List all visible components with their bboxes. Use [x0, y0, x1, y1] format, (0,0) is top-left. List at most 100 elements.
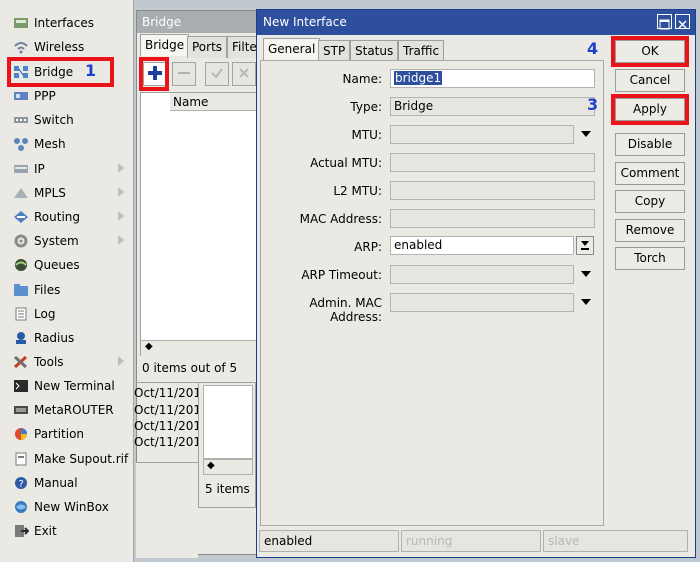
exit-icon: [12, 523, 30, 539]
tab-status[interactable]: Status: [350, 40, 399, 62]
scroll-left-icon[interactable]: ◆: [145, 341, 153, 352]
arp-timeout-label: ARP Timeout:: [301, 268, 382, 282]
menu-item-partition[interactable]: Partition: [0, 422, 134, 446]
name-input[interactable]: bridge1: [390, 69, 595, 88]
menu-item-label: Queues: [34, 258, 80, 272]
step-number-4: 4: [587, 39, 599, 58]
menu-item-ip[interactable]: IP: [0, 157, 134, 181]
tab-stp[interactable]: STP: [318, 40, 351, 62]
mac-address-label: MAC Address:: [299, 212, 382, 226]
submenu-arrow-icon: [118, 356, 124, 366]
menu-item-label: Partition: [34, 427, 85, 441]
cross-icon: [237, 66, 251, 83]
terminal-icon: [12, 378, 30, 394]
menu-item-label: Mesh: [34, 137, 66, 151]
tab-general[interactable]: General: [263, 38, 321, 60]
status-running: running: [401, 530, 541, 552]
remove-toolbar-button[interactable]: [172, 62, 196, 86]
column-header-name[interactable]: Name: [170, 93, 257, 111]
bridge-items-count: 0 items out of 5: [142, 361, 238, 375]
remove-button[interactable]: Remove: [615, 219, 685, 242]
torch-button[interactable]: Torch: [615, 247, 685, 270]
menu-item-ppp[interactable]: PPP: [0, 84, 134, 108]
name-value: bridge1: [394, 71, 443, 85]
arp-timeout-input[interactable]: [390, 265, 574, 284]
menu-item-label: Radius: [34, 331, 75, 345]
menu-item-label: Files: [34, 283, 61, 297]
dialog-title-bar: New Interface: [257, 10, 695, 35]
log-icon: [12, 306, 30, 322]
comment-button[interactable]: Comment: [615, 162, 685, 185]
minus-icon: [177, 66, 191, 83]
step-number-1: 1: [85, 61, 97, 80]
menu-item-tools[interactable]: Tools: [0, 350, 134, 374]
menu-item-switch[interactable]: Switch: [0, 108, 134, 132]
mtu-dropdown-icon[interactable]: [581, 131, 591, 137]
cancel-button[interactable]: Cancel: [615, 69, 685, 92]
ok-button[interactable]: OK: [615, 40, 685, 63]
menu-item-label: Routing: [34, 210, 81, 224]
log-list[interactable]: [203, 385, 253, 459]
bridge-list[interactable]: [140, 92, 258, 356]
tools-icon: [12, 354, 30, 370]
menu-item-metarouter[interactable]: MetaROUTER: [0, 398, 134, 422]
scroll-left-icon[interactable]: ◆: [207, 460, 215, 471]
partition-icon: [12, 426, 30, 442]
status-slave: slave: [543, 530, 688, 552]
dialog-title: New Interface: [263, 15, 347, 29]
metarouter-icon: [12, 402, 30, 418]
disable-toolbar-button[interactable]: [232, 62, 256, 86]
tab-traffic[interactable]: Traffic: [398, 40, 445, 62]
arp-select[interactable]: enabled: [390, 236, 574, 255]
menu-item-new-terminal[interactable]: New Terminal: [0, 374, 134, 398]
menu-item-label: Exit: [34, 524, 57, 538]
menu-item-files[interactable]: Files: [0, 278, 134, 302]
ppp-icon: [12, 88, 30, 104]
close-icon[interactable]: [675, 14, 690, 29]
wireless-icon: [12, 39, 30, 55]
menu-item-routing[interactable]: Routing: [0, 205, 134, 229]
menu-item-system[interactable]: System: [0, 229, 134, 253]
admin-mac-dropdown-icon[interactable]: [581, 299, 591, 305]
maximize-icon[interactable]: [657, 14, 672, 30]
menu-item-manual[interactable]: ? Manual: [0, 471, 134, 495]
main-menu: Interfaces Wireless Bridge PPP Switch Me…: [0, 0, 134, 562]
menu-item-interfaces[interactable]: Interfaces: [0, 11, 134, 35]
dropdown-arrow-icon: [577, 241, 593, 257]
menu-item-mesh[interactable]: Mesh: [0, 132, 134, 156]
menu-item-label: Manual: [34, 476, 78, 490]
add-button[interactable]: [143, 62, 167, 86]
menu-item-queues[interactable]: Queues: [0, 253, 134, 277]
menu-item-label: IP: [34, 162, 45, 176]
copy-button[interactable]: Copy: [615, 190, 685, 213]
tab-bridge[interactable]: Bridge: [140, 34, 190, 56]
menu-item-make-supout[interactable]: Make Supout.rif: [0, 447, 134, 471]
menu-item-new-winbox[interactable]: New WinBox: [0, 495, 134, 519]
tab-ports[interactable]: Ports: [187, 36, 228, 58]
menu-item-radius[interactable]: Radius: [0, 326, 134, 350]
menu-item-bridge[interactable]: Bridge: [0, 60, 134, 84]
mtu-input[interactable]: [390, 125, 574, 144]
arp-timeout-dropdown-icon[interactable]: [581, 271, 591, 277]
mesh-icon: [12, 136, 30, 152]
mtu-label: MTU:: [351, 128, 382, 142]
background-window: [136, 462, 198, 558]
menu-item-log[interactable]: Log: [0, 302, 134, 326]
queues-icon: [12, 257, 30, 273]
submenu-arrow-icon: [118, 211, 124, 221]
menu-item-exit[interactable]: Exit: [0, 519, 134, 543]
enable-button[interactable]: [205, 62, 229, 86]
menu-item-mpls[interactable]: MPLS: [0, 181, 134, 205]
horizontal-scrollbar[interactable]: ◆: [141, 340, 257, 356]
menu-item-label: MetaROUTER: [34, 403, 114, 417]
admin-mac-input[interactable]: [390, 293, 574, 312]
log-scrollbar[interactable]: ◆: [203, 459, 253, 475]
l2mtu-field: [390, 181, 595, 200]
disable-button[interactable]: Disable: [615, 133, 685, 156]
arp-dropdown-button[interactable]: [576, 236, 594, 255]
menu-item-wireless[interactable]: Wireless: [0, 35, 134, 59]
check-icon: [210, 66, 224, 83]
apply-button[interactable]: Apply: [615, 98, 685, 121]
bridge-window-title: Bridge: [137, 11, 265, 33]
system-icon: [12, 233, 30, 249]
